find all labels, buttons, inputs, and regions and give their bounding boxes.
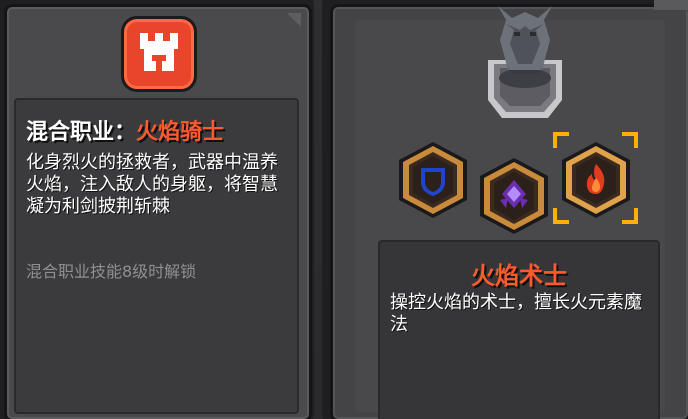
skill-screen: 混合职业：火焰骑士 化身烈火的拯救者，武器中温养火焰，注入敌人的身躯，将智慧凝为… xyxy=(0,0,688,419)
gargoyle-statue-icon xyxy=(488,6,562,118)
castle-icon xyxy=(121,16,197,92)
class-option-rune[interactable] xyxy=(478,156,550,236)
specialization-info: 火焰术士 操控火焰的术士，擅长火元素魔法 xyxy=(378,240,660,419)
panel-corner-decoration xyxy=(287,13,301,27)
specialization-description: 操控火焰的术士，擅长火元素魔法 xyxy=(390,292,642,335)
hybrid-class-description: 化身烈火的拯救者，武器中温养火焰，注入敌人的身躯，将智慧凝为利剑披荆斩棘 xyxy=(26,152,278,217)
hybrid-class-title: 混合职业：火焰骑士 xyxy=(26,114,224,146)
hybrid-class-name: 火焰骑士 xyxy=(136,120,225,145)
specialization-name: 火焰术士 xyxy=(471,262,567,290)
top-right-trim xyxy=(654,0,688,10)
unlock-requirement: 混合职业技能8级时解锁 xyxy=(26,262,197,281)
hybrid-class-info: 混合职业：火焰骑士 化身烈火的拯救者，武器中温养火焰，注入敌人的身躯，将智慧凝为… xyxy=(14,98,299,414)
title-prefix: 混合职业： xyxy=(26,120,137,145)
class-option-fire[interactable] xyxy=(560,140,632,220)
class-option-shield[interactable] xyxy=(397,140,469,220)
